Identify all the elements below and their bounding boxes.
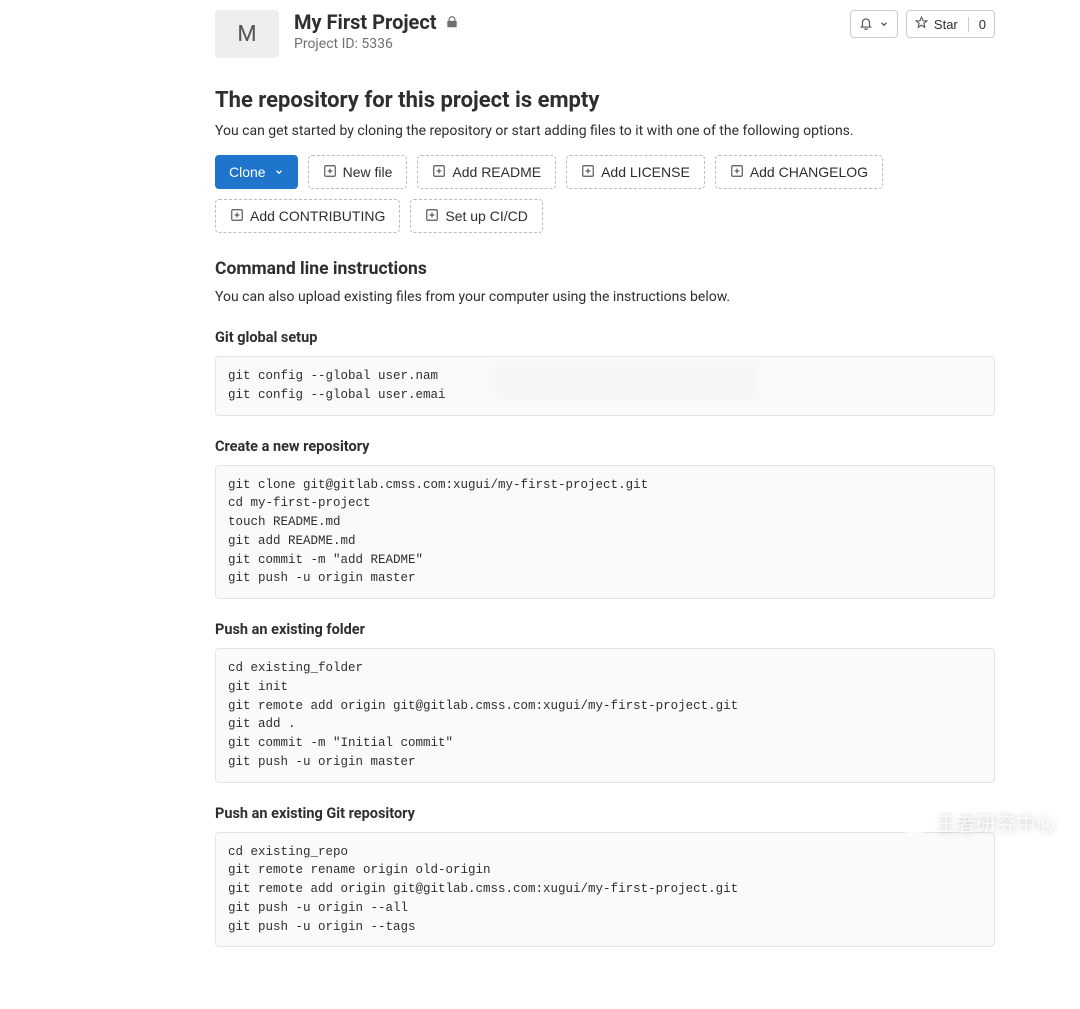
push-git-repo-code[interactable]: cd existing_repo git remote rename origi…: [215, 832, 995, 948]
add-license-button[interactable]: Add LICENSE: [566, 155, 705, 189]
project-id: Project ID: 5336: [294, 36, 459, 52]
plus-icon: [581, 164, 595, 181]
cli-subtext: You can also upload existing files from …: [215, 289, 995, 305]
star-count: 0: [968, 17, 986, 32]
new-file-label: New file: [343, 164, 393, 180]
plus-icon: [230, 208, 244, 225]
bell-icon: [859, 16, 873, 33]
add-changelog-label: Add CHANGELOG: [750, 164, 868, 180]
lock-icon: [445, 14, 459, 30]
clone-button[interactable]: Clone: [215, 155, 298, 189]
push-folder-title: Push an existing folder: [215, 621, 995, 638]
star-label: Star: [934, 17, 958, 32]
setup-cicd-label: Set up CI/CD: [445, 208, 527, 224]
star-icon: [915, 16, 928, 32]
plus-icon: [425, 208, 439, 225]
setup-cicd-button[interactable]: Set up CI/CD: [410, 199, 542, 233]
empty-repo-subtext: You can get started by cloning the repos…: [215, 123, 995, 139]
plus-icon: [323, 164, 337, 181]
create-repo-title: Create a new repository: [215, 438, 995, 455]
add-license-label: Add LICENSE: [601, 164, 690, 180]
redacted-overlay: [496, 363, 756, 399]
create-repo-code[interactable]: git clone git@gitlab.cmss.com:xugui/my-f…: [215, 465, 995, 600]
project-header: M My First Project Project ID: 5336: [215, 10, 995, 58]
action-buttons-row: Clone New file Add README Add LICENSE Ad…: [215, 155, 995, 233]
push-folder-code[interactable]: cd existing_folder git init git remote a…: [215, 648, 995, 783]
add-contributing-button[interactable]: Add CONTRIBUTING: [215, 199, 400, 233]
chevron-down-icon: [274, 164, 284, 180]
git-global-setup-title: Git global setup: [215, 329, 995, 346]
plus-icon: [432, 164, 446, 181]
star-button[interactable]: Star 0: [906, 10, 995, 38]
push-git-repo-title: Push an existing Git repository: [215, 805, 995, 822]
project-avatar: M: [215, 10, 279, 58]
cli-heading: Command line instructions: [215, 259, 995, 279]
chevron-down-icon: [879, 17, 889, 32]
git-global-setup-code[interactable]: git config --global user.nam git config …: [215, 356, 995, 416]
add-readme-label: Add README: [452, 164, 541, 180]
empty-repo-heading: The repository for this project is empty: [215, 88, 995, 113]
notifications-button[interactable]: [850, 10, 898, 38]
add-readme-button[interactable]: Add README: [417, 155, 556, 189]
add-contributing-label: Add CONTRIBUTING: [250, 208, 385, 224]
project-title: My First Project: [294, 10, 437, 34]
clone-label: Clone: [229, 164, 266, 180]
plus-icon: [730, 164, 744, 181]
add-changelog-button[interactable]: Add CHANGELOG: [715, 155, 883, 189]
new-file-button[interactable]: New file: [308, 155, 408, 189]
